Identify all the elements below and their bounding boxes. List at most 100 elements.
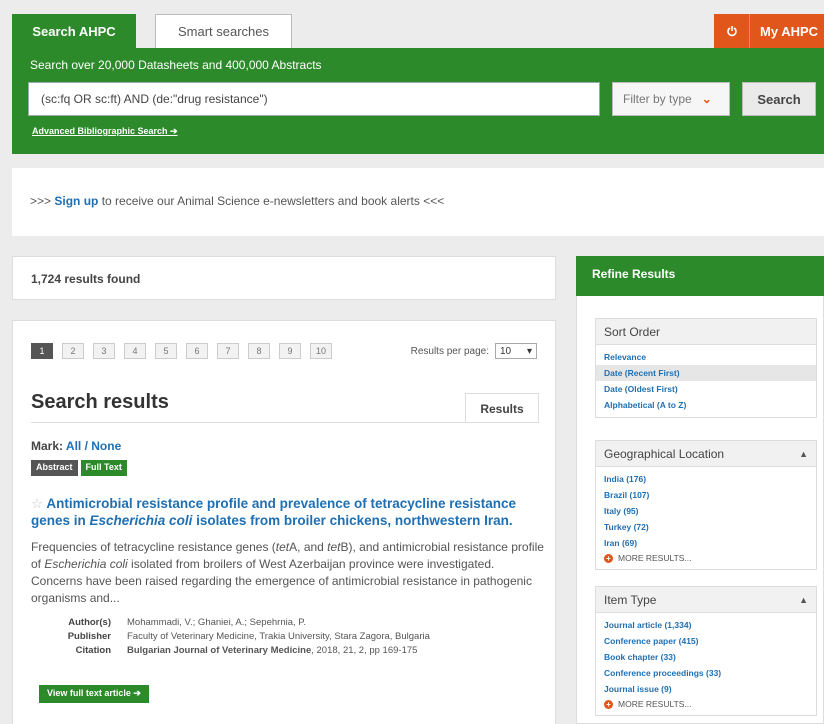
filter-type-label: Filter by type [623,92,692,106]
collapse-caret-icon[interactable]: ▲ [799,595,808,605]
abstract-text: A, and [289,540,328,554]
mark-none-link[interactable]: None [91,439,121,453]
refine-results-header: Refine Results [576,256,824,296]
item-type-list: Journal article (1,334) Conference paper… [596,613,816,715]
mark-label: Mark: [31,439,64,453]
dropdown-arrow-icon: ▾ [526,345,532,357]
tab-smart-searches[interactable]: Smart searches [155,14,292,48]
page-button[interactable]: 10 [310,343,332,359]
filter-type-select[interactable]: Filter by type ⌄ [612,82,730,116]
facet-title: Item Type [604,592,657,607]
results-per-page-select[interactable]: 10 ▾ [495,343,537,359]
power-icon [714,14,750,48]
facet-title: Sort Order [604,324,661,339]
item-type-heading[interactable]: Item Type ▲ [596,587,816,613]
filter-badges: Abstract Full Text [31,460,127,476]
item-type-option[interactable]: Journal issue (9) [596,681,816,697]
signup-link[interactable]: Sign up [54,194,98,208]
geo-more-results[interactable]: + MORE RESULTS... [596,551,816,565]
tab-search-ahpc[interactable]: Search AHPC [12,14,136,48]
more-results-label: MORE RESULTS... [618,699,692,709]
plus-icon: + [604,553,613,563]
geo-option[interactable]: India (176) [596,471,816,487]
meta-row: Publisher Faculty of Veterinary Medicine… [47,631,430,642]
mark-all-link[interactable]: All [66,439,81,453]
tab-results[interactable]: Results [465,393,539,423]
chevron-down-icon: ⌄ [701,92,712,106]
citation-details: , 2018, 21, 2, pp 169-175 [311,645,418,656]
geo-option[interactable]: Brazil (107) [596,487,816,503]
abstract-badge[interactable]: Abstract [31,460,78,476]
search-button[interactable]: Search [742,82,816,116]
page-button[interactable]: 6 [186,343,208,359]
page-button[interactable]: 3 [93,343,115,359]
sort-option-relevance[interactable]: Relevance [596,349,816,365]
page-button[interactable]: 1 [31,343,53,359]
title-species: Escherichia coli [89,513,193,528]
item-type-more-results[interactable]: + MORE RESULTS... [596,697,816,711]
full-text-badge[interactable]: Full Text [80,460,127,476]
my-ahpc-label: My AHPC [760,23,819,39]
sort-option-alpha[interactable]: Alphabetical (A to Z) [596,397,816,413]
meta-key: Publisher [67,631,111,642]
sort-order-facet: Sort Order Relevance Date (Recent First)… [595,318,817,418]
plus-icon: + [604,699,613,709]
result-abstract: Frequencies of tetracycline resistance g… [31,539,546,607]
mark-separator: / [81,439,92,453]
citation-journal: Bulgarian Journal of Veterinary Medicine [127,645,312,656]
item-type-option[interactable]: Conference proceedings (33) [596,665,816,681]
title-part: isolates from broiler chickens, northwes… [192,513,513,528]
meta-key: Citation [75,645,111,656]
geo-facet: Geographical Location ▲ India (176) Braz… [595,440,817,570]
abstract-italic: tet [275,540,290,554]
results-per-page: Results per page: 10 ▾ [411,343,537,359]
abstract-italic: tet [327,540,341,554]
geo-option[interactable]: Turkey (72) [596,519,816,535]
view-full-text-button[interactable]: View full text article ➔ [39,685,149,703]
more-results-label: MORE RESULTS... [618,553,692,563]
meta-value: Faculty of Veterinary Medicine, Trakia U… [127,631,430,642]
sort-order-heading: Sort Order [596,319,816,345]
geo-option[interactable]: Iran (69) [596,535,816,551]
page-button[interactable]: 7 [217,343,239,359]
sort-order-list: Relevance Date (Recent First) Date (Olde… [596,345,816,417]
my-ahpc-button[interactable]: My AHPC [714,14,824,48]
result-metadata: Author(s) Mohammadi, V.; Ghaniei, A.; Se… [47,617,430,659]
sort-option-oldest[interactable]: Date (Oldest First) [596,381,816,397]
item-type-option[interactable]: Book chapter (33) [596,649,816,665]
item-type-option[interactable]: Conference paper (415) [596,633,816,649]
geo-list: India (176) Brazil (107) Italy (95) Turk… [596,467,816,569]
page-button[interactable]: 9 [279,343,301,359]
abstract-text: Frequencies of tetracycline resistance g… [31,540,276,554]
page-title: Search results [31,391,169,413]
geo-heading[interactable]: Geographical Location ▲ [596,441,816,467]
page-button[interactable]: 5 [155,343,177,359]
geo-option[interactable]: Italy (95) [596,503,816,519]
facet-title: Geographical Location [604,446,725,461]
page-button[interactable]: 8 [248,343,270,359]
search-caption: Search over 20,000 Datasheets and 400,00… [30,58,322,72]
advanced-search-link[interactable]: Advanced Bibliographic Search ➔ [32,126,178,137]
abstract-italic: Escherichia coli [44,557,128,571]
item-type-facet: Item Type ▲ Journal article (1,334) Conf… [595,586,817,716]
results-per-page-value: 10 [500,345,512,357]
search-input[interactable]: (sc:fq OR sc:ft) AND (de:"drug resistanc… [28,82,600,116]
page-button[interactable]: 2 [62,343,84,359]
signup-suffix: to receive our Animal Science e-newslett… [98,194,445,208]
refine-panel: Sort Order Relevance Date (Recent First)… [576,296,824,724]
result-title-link[interactable]: ☆ Antimicrobial resistance profile and p… [31,495,541,529]
results-per-page-label: Results per page: [410,345,489,357]
pagination: 1 2 3 4 5 6 7 8 9 10 [31,343,332,359]
meta-value: Mohammadi, V.; Ghaniei, A.; Sepehrnia, P… [127,617,307,628]
mark-controls: Mark: All / None [31,439,121,453]
item-type-option[interactable]: Journal article (1,334) [596,617,816,633]
star-icon[interactable]: ☆ [31,496,43,511]
signup-banner: >>> Sign up to receive our Animal Scienc… [12,168,824,236]
page-button[interactable]: 4 [124,343,146,359]
meta-key: Author(s) [68,617,111,628]
meta-row: Citation Bulgarian Journal of Veterinary… [47,645,430,656]
collapse-caret-icon[interactable]: ▲ [799,449,808,459]
results-count: 1,724 results found [12,256,556,300]
divider [31,422,539,423]
sort-option-recent[interactable]: Date (Recent First) [596,365,816,381]
